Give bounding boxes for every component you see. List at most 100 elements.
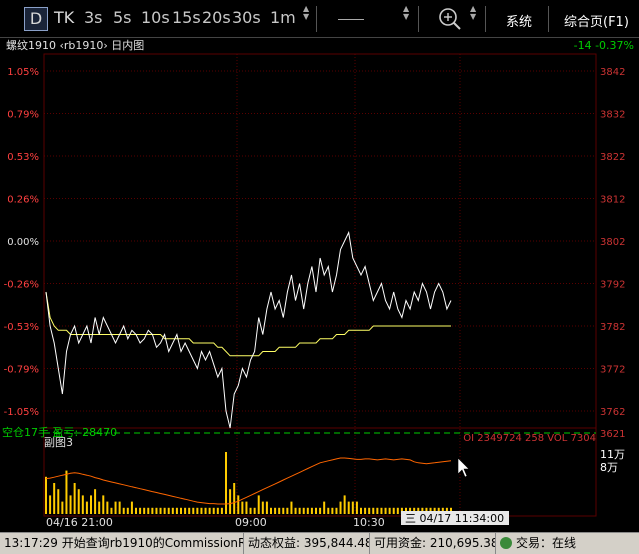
period-button-15s[interactable]: 15s: [172, 8, 201, 27]
volume-bar: [298, 507, 301, 514]
volume-bar: [118, 501, 121, 514]
volume-bar: [163, 507, 166, 514]
volume-bar: [126, 507, 129, 514]
chart-title: 螺纹1910 ‹rb1910› 日内图: [6, 38, 144, 52]
volume-bar: [220, 507, 223, 514]
volume-bar: [319, 507, 322, 514]
system-menu[interactable]: 系统: [506, 11, 532, 30]
volume-bar: [310, 507, 313, 514]
period-button-tk[interactable]: TK: [54, 8, 74, 27]
volume-bar: [388, 507, 391, 514]
volume-bar: [151, 507, 154, 514]
period-button-5s[interactable]: 5s: [113, 8, 132, 27]
period-button-d[interactable]: D: [24, 7, 48, 31]
dynamic-equity: 动态权益: 395,844.48: [244, 533, 370, 554]
subchart-title: 副图3: [44, 436, 73, 449]
volume-bar: [339, 501, 342, 514]
period-button-10s[interactable]: 10s: [141, 8, 170, 27]
intraday-chart[interactable]: 螺纹1910 ‹rb1910› 日内图 -14 -0.37% 1.05% 0.79…: [0, 38, 639, 532]
volume-bar: [290, 501, 293, 514]
volume-tick-label: 8万: [600, 461, 618, 474]
volume-bar: [57, 489, 60, 514]
volume-bar: [265, 501, 268, 514]
volume-bar: [102, 495, 105, 514]
line-style-dropdown-arrows-icon[interactable]: ▲ ▼: [403, 5, 409, 21]
oi-vol-readout: OI 2349724 258 VOL 7304: [463, 433, 596, 444]
left-tick-label: -1.05%: [4, 407, 39, 418]
volume-bar: [360, 507, 362, 514]
volume-bar: [294, 507, 297, 514]
volume-bar: [130, 501, 133, 514]
zoom-dropdown-arrows-icon[interactable]: ▲ ▼: [470, 5, 476, 21]
volume-bar: [274, 507, 277, 514]
status-message: 13:17:29 开始查询rb1910的CommissionRate: [0, 533, 244, 554]
time-tick-label: 09:00: [235, 516, 267, 529]
available-funds: 可用资金: 210,695.38: [370, 533, 496, 554]
divider: [548, 6, 549, 32]
right-tick-label: 3792: [600, 280, 625, 291]
volume-bar: [69, 495, 72, 514]
divider: [316, 6, 317, 32]
volume-bar: [286, 507, 289, 514]
volume-bar: [225, 452, 227, 514]
volume-bar: [282, 507, 285, 514]
volume-bar: [380, 507, 383, 514]
volume-bar: [216, 507, 219, 514]
volume-bar: [245, 501, 248, 514]
volume-bar: [49, 495, 52, 514]
volume-bar: [167, 507, 170, 514]
volume-bar: [53, 483, 56, 514]
right-tick-label: 3621: [600, 429, 625, 440]
volume-bar: [98, 501, 101, 514]
volume-bar: [212, 507, 215, 514]
period-button-20s[interactable]: 20s: [202, 8, 231, 27]
volume-bar: [335, 507, 338, 514]
volume-bar: [331, 507, 334, 514]
period-button-3s[interactable]: 3s: [84, 8, 103, 27]
period-button-30s[interactable]: 30s: [232, 8, 261, 27]
volume-bar: [143, 507, 146, 514]
volume-bar: [135, 507, 137, 514]
status-bar: 13:17:29 开始查询rb1910的CommissionRate 动态权益:…: [0, 532, 639, 554]
volume-bar: [278, 507, 281, 514]
volume-bar: [184, 507, 187, 514]
volume-bar: [347, 501, 350, 514]
volume-bar: [261, 501, 264, 514]
left-tick-label: 0.53%: [7, 152, 39, 163]
volume-bar: [81, 495, 84, 514]
volume-bar: [302, 507, 305, 514]
volume-bar: [90, 495, 92, 514]
trade-status-text: 交易：在线: [516, 536, 577, 550]
right-tick-label: 3832: [600, 110, 625, 121]
right-tick-label: 3772: [600, 365, 625, 376]
volume-bar: [368, 507, 371, 514]
volume-bar: [253, 507, 256, 514]
volume-bar: [61, 501, 64, 514]
volume-bar: [110, 507, 113, 514]
overview-page-button[interactable]: 综合页(F1): [564, 11, 629, 30]
left-tick-label: -0.26%: [4, 280, 39, 291]
volume-bar: [208, 507, 211, 514]
toolbar: D TK 3s 5s 10s 15s 20s 30s 1m ▲ ▼ ▲ ▼ ▲ ▼ 系…: [0, 0, 639, 38]
volume-bar: [122, 507, 125, 514]
zoom-icon[interactable]: [437, 6, 463, 32]
trade-status: 交易：在线: [496, 533, 639, 554]
chart-background: [0, 38, 639, 532]
left-tick-label: -0.79%: [4, 365, 39, 376]
volume-bar: [147, 507, 150, 514]
right-tick-label: 3812: [600, 195, 625, 206]
right-tick-label: 3842: [600, 67, 625, 78]
volume-bar: [249, 507, 252, 514]
period-button-1m[interactable]: 1m: [270, 8, 296, 27]
period-dropdown-arrows-icon[interactable]: ▲ ▼: [303, 5, 309, 21]
volume-bar: [237, 495, 240, 514]
line-style-selector[interactable]: [338, 19, 364, 20]
volume-bar: [343, 495, 346, 514]
volume-bar: [85, 501, 88, 514]
left-tick-label: 1.05%: [7, 67, 39, 78]
right-tick-label: 3762: [600, 407, 625, 418]
volume-bar: [257, 495, 260, 514]
divider: [485, 6, 486, 32]
volume-bar: [139, 507, 142, 514]
volume-bar: [171, 507, 174, 514]
